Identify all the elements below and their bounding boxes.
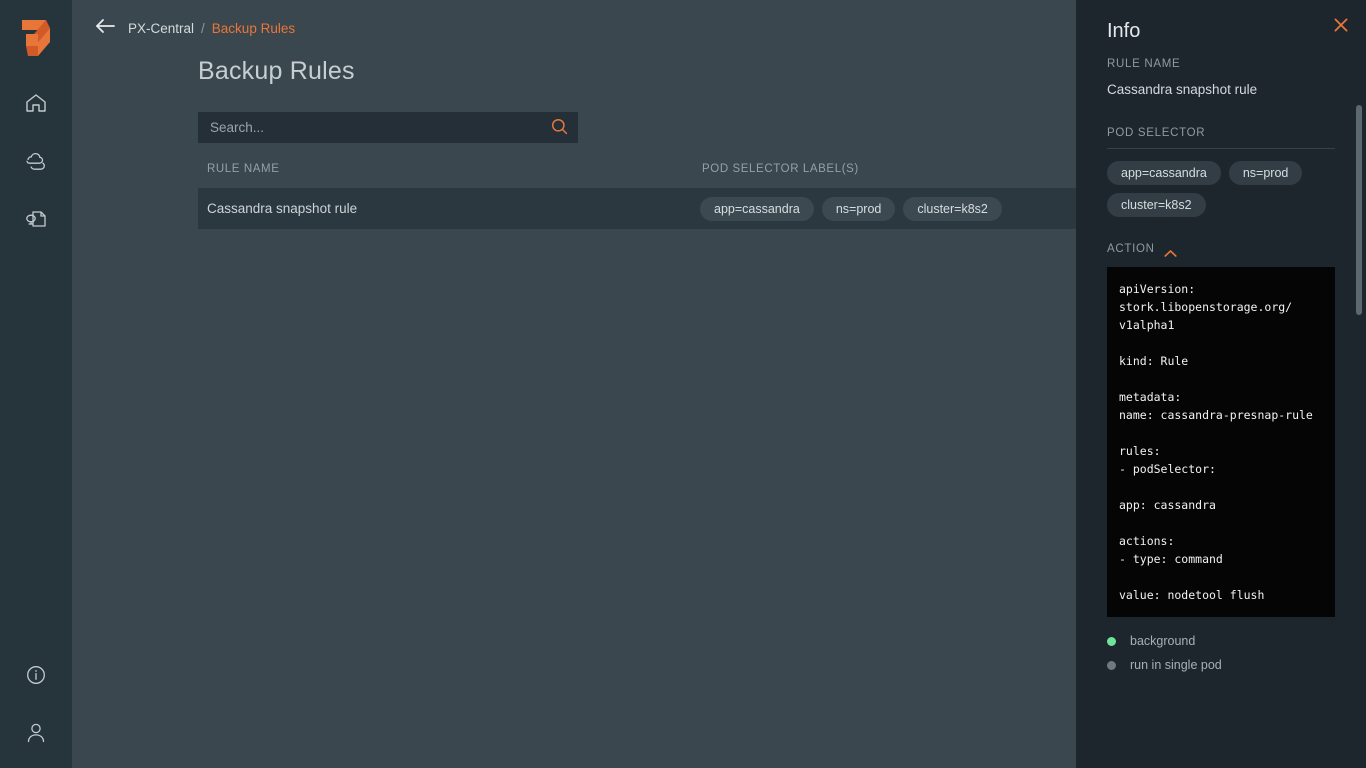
portworx-logo[interactable] (16, 16, 56, 60)
rule-name-label: RULE NAME (1107, 58, 1181, 70)
back-arrow-icon (94, 18, 116, 39)
app-root: PX-Central / Backup Rules Backup Rules R… (0, 0, 1366, 768)
sidebar-item-backup[interactable] (16, 202, 56, 236)
info-panel: Info RULE NAME Cassandra snapshot rule P… (1076, 0, 1366, 768)
label-chip: ns=prod (821, 196, 896, 221)
label-chip: app=cassandra (700, 196, 814, 221)
close-icon (1332, 18, 1350, 38)
status-dot-off (1107, 660, 1116, 670)
breadcrumb-root[interactable]: PX-Central (128, 21, 194, 36)
option-label: background (1130, 634, 1196, 648)
breadcrumb: PX-Central / Backup Rules (128, 21, 295, 36)
column-header-rule-name: RULE NAME (207, 163, 280, 175)
option-label: run in single pod (1130, 658, 1222, 672)
action-yaml-block: apiVersion: stork.libopenstorage.org/ v1… (1107, 267, 1335, 617)
page-title: Backup Rules (198, 57, 355, 85)
sidebar-item-cloud[interactable] (16, 144, 56, 178)
chevron-up-icon (1164, 245, 1177, 257)
panel-scrollbar[interactable] (1356, 105, 1362, 315)
action-options: background run in single pod (1107, 629, 1366, 677)
action-label: ACTION (1107, 243, 1155, 255)
home-icon (24, 92, 48, 114)
pod-selector-label: POD SELECTOR (1107, 127, 1206, 139)
close-button[interactable] (1332, 16, 1350, 34)
search-button[interactable] (540, 112, 578, 143)
pod-selector-chips: app=cassandra ns=prod cluster=k8s2 (1107, 161, 1335, 217)
cell-rule-name: Cassandra snapshot rule (207, 201, 358, 216)
pod-selector-chip: ns=prod (1228, 161, 1303, 185)
pod-selector-chip: cluster=k8s2 (1107, 193, 1206, 217)
back-button[interactable] (94, 17, 116, 39)
search-input[interactable] (198, 112, 540, 143)
sidebar-item-account[interactable] (16, 716, 56, 750)
cloud-icon (23, 151, 49, 171)
option-run-in-single-pod[interactable]: run in single pod (1107, 653, 1366, 677)
pod-selector-chip: app=cassandra (1107, 161, 1221, 185)
status-dot-on (1107, 636, 1116, 646)
panel-body: RULE NAME Cassandra snapshot rule POD SE… (1076, 58, 1366, 677)
search-bar (198, 112, 578, 143)
rail-primary-items (16, 86, 56, 236)
action-section-toggle[interactable]: ACTION (1107, 243, 1366, 257)
panel-divider (1107, 148, 1335, 149)
left-nav-rail (0, 0, 72, 768)
breadcrumb-current[interactable]: Backup Rules (212, 21, 295, 36)
label-chip: cluster=k8s2 (903, 196, 1002, 221)
rule-name-value: Cassandra snapshot rule (1107, 82, 1258, 97)
sidebar-item-info[interactable] (16, 658, 56, 692)
sidebar-item-home[interactable] (16, 86, 56, 120)
breadcrumb-separator: / (201, 20, 205, 36)
search-icon (551, 118, 568, 138)
info-circle-icon (25, 664, 47, 686)
user-icon (25, 721, 47, 745)
rail-bottom-items (0, 658, 72, 750)
panel-title: Info (1107, 20, 1141, 42)
option-background[interactable]: background (1107, 629, 1366, 653)
backup-page-icon (23, 208, 49, 230)
